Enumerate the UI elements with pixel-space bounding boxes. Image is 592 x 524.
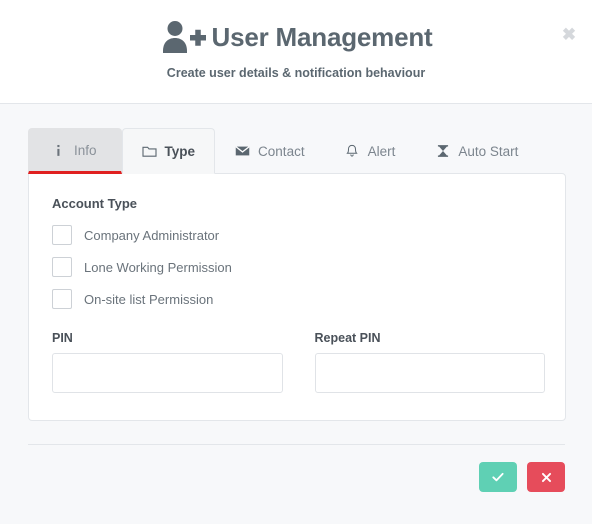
checkbox-label-lone-working-permission: Lone Working Permission bbox=[84, 259, 232, 275]
cross-icon bbox=[540, 471, 553, 484]
page-title: User Management bbox=[211, 22, 433, 52]
cancel-button[interactable] bbox=[527, 462, 565, 492]
tab-auto-start[interactable]: Auto Start bbox=[415, 128, 538, 174]
close-icon[interactable]: ✖ bbox=[558, 23, 580, 45]
checkbox-label-on-site-list-permission: On-site list Permission bbox=[84, 291, 214, 307]
tab-bar: Info Type Contact Alert Auto Start bbox=[28, 126, 566, 174]
tab-alert[interactable]: Alert bbox=[325, 128, 416, 174]
info-icon bbox=[51, 143, 66, 158]
checkbox-company-administrator[interactable] bbox=[52, 225, 72, 245]
repeat-pin-field-group: Repeat PIN bbox=[314, 331, 545, 393]
checkbox-on-site-list-permission[interactable] bbox=[52, 289, 72, 309]
checkbox-row-lone-working-permission[interactable]: Lone Working Permission bbox=[47, 257, 545, 277]
modal-footer bbox=[28, 444, 565, 492]
checkbox-lone-working-permission[interactable] bbox=[52, 257, 72, 277]
tab-contact-label: Contact bbox=[258, 143, 305, 159]
pin-input[interactable] bbox=[52, 353, 283, 393]
modal-body: Info Type Contact Alert Auto Start Accou… bbox=[0, 104, 592, 421]
pin-field-group: PIN bbox=[52, 331, 283, 393]
folder-icon bbox=[141, 144, 157, 159]
tab-type[interactable]: Type bbox=[121, 128, 216, 174]
envelope-icon bbox=[235, 144, 250, 159]
checkbox-row-company-administrator[interactable]: Company Administrator bbox=[47, 225, 545, 245]
user-management-modal: User Management Create user details & no… bbox=[0, 0, 592, 524]
confirm-button[interactable] bbox=[479, 462, 517, 492]
pin-field-row: PIN Repeat PIN bbox=[47, 331, 545, 393]
modal-title-row: User Management bbox=[0, 0, 592, 55]
repeat-pin-input[interactable] bbox=[314, 353, 545, 393]
page-subtitle: Create user details & notification behav… bbox=[166, 66, 426, 80]
tab-info-label: Info bbox=[74, 142, 97, 158]
check-icon bbox=[491, 470, 505, 484]
checkbox-label-company-administrator: Company Administrator bbox=[84, 227, 220, 243]
checkbox-row-on-site-list-permission[interactable]: On-site list Permission bbox=[47, 289, 545, 309]
tab-auto-start-label: Auto Start bbox=[458, 143, 519, 159]
user-plus-icon bbox=[160, 19, 206, 55]
hourglass-icon bbox=[435, 144, 450, 159]
bell-icon bbox=[345, 144, 360, 159]
modal-header: User Management Create user details & no… bbox=[0, 0, 592, 104]
tab-alert-label: Alert bbox=[367, 143, 396, 159]
tab-contact[interactable]: Contact bbox=[215, 128, 325, 174]
section-title-account-type: Account Type bbox=[52, 196, 137, 211]
tab-type-label: Type bbox=[164, 143, 196, 159]
type-tab-panel: Account Type Company Administrator Lone … bbox=[28, 173, 566, 421]
repeat-pin-label: Repeat PIN bbox=[314, 331, 381, 345]
tab-info[interactable]: Info bbox=[28, 128, 122, 174]
pin-label: PIN bbox=[52, 331, 73, 345]
